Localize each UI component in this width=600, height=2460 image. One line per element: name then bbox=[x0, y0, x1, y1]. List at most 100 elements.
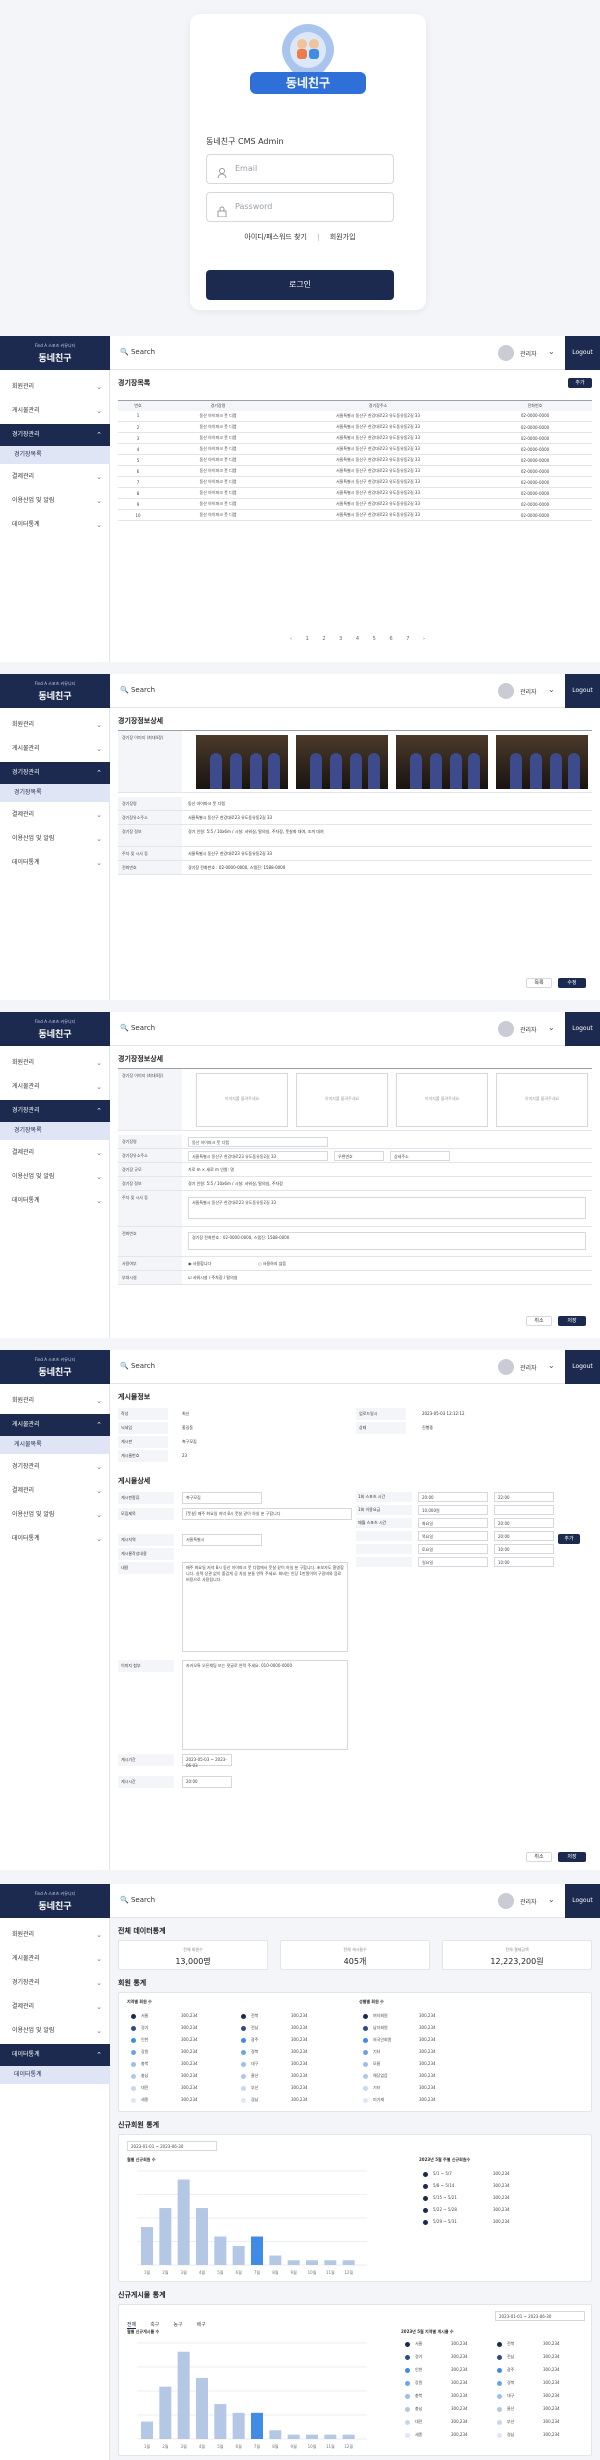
tab-volleyball[interactable]: 배구 bbox=[197, 2321, 206, 2328]
table-row[interactable]: 3 동산 아이파크 풋 디랩 서울특별시 동산구 한강대로23 유도동유동2길 33… bbox=[118, 432, 592, 444]
field-input[interactable]: [풋살] 매주 화요일 저녁 8시 풋살 같이 하실 분 구합니다 bbox=[182, 1508, 352, 1520]
parking-textarea[interactable]: 서울특별시 동산구 한강대로23 유도동유동2길 33 bbox=[188, 1197, 586, 1219]
schedule-input[interactable]: 10:00 bbox=[494, 1557, 554, 1567]
bar[interactable] bbox=[251, 2412, 263, 2439]
sidebar-item-payments[interactable]: 결제관리 ⌄ bbox=[0, 804, 110, 826]
table-row[interactable]: 6 동산 아이파크 풋 디랩 서울특별시 동산구 한강대로23 유도동유동2길 33… bbox=[118, 465, 592, 477]
sidebar-item-stats[interactable]: 데이터통계 ⌃ bbox=[0, 2044, 110, 2066]
bar[interactable] bbox=[342, 2260, 355, 2265]
phone-textarea[interactable]: 경기장 전화번호 : 02-0000-0000, 스탭진: 1588-0000 bbox=[188, 1232, 586, 1250]
address-input[interactable]: 서울특별시 동산구 한강대로23 유도동유동2길 33 bbox=[188, 1151, 328, 1161]
save-button[interactable]: 저장 bbox=[558, 1316, 586, 1326]
facility-checkbox[interactable]: ☑ 샤워시설 / 주차장 / 탈의실 bbox=[188, 1275, 237, 1281]
table-row[interactable]: 8 동산 아이파크 풋 디랩 서울특별시 동산구 한강대로23 유도동유동2길 33… bbox=[118, 487, 592, 499]
use-no-radio[interactable]: ○ 사용하지 않음 bbox=[258, 1261, 286, 1267]
logout-button[interactable]: Logout bbox=[565, 1350, 600, 1384]
chevron-down-icon[interactable]: ⌄ bbox=[548, 685, 555, 694]
schedule-input[interactable] bbox=[494, 1505, 554, 1515]
sidebar-sub-stadium-list[interactable]: 경기장목록 bbox=[0, 1122, 110, 1140]
schedule-input[interactable]: 20:00 bbox=[494, 1531, 554, 1541]
bar[interactable] bbox=[214, 2236, 227, 2265]
stadium-photo[interactable] bbox=[396, 735, 488, 789]
schedule-input[interactable]: 목요일 bbox=[418, 1531, 488, 1541]
add-schedule-button[interactable]: 추가 bbox=[558, 1534, 580, 1544]
sidebar-item-stadiums[interactable]: 경기장관리 ⌃ bbox=[0, 424, 110, 446]
sidebar-item-stats[interactable]: 데이터통계 ⌄ bbox=[0, 1528, 110, 1550]
table-row[interactable]: 9 동산 아이파크 풋 디랩 서울특별시 동산구 한강대로23 유도동유동2길 33… bbox=[118, 498, 592, 510]
sidebar-item-stats[interactable]: 데이터통계 ⌄ bbox=[0, 1190, 110, 1212]
password-field[interactable]: Password bbox=[206, 192, 394, 222]
logout-button[interactable]: Logout bbox=[565, 336, 600, 370]
bar[interactable] bbox=[141, 2227, 153, 2265]
edit-button[interactable]: 수정 bbox=[558, 978, 586, 988]
logout-button[interactable]: Logout bbox=[565, 674, 600, 708]
date-range-picker[interactable]: 2023-01-01 ~ 2023-06-30 bbox=[495, 2311, 585, 2321]
tab-all[interactable]: 전체 bbox=[127, 2321, 137, 2329]
bar[interactable] bbox=[177, 2351, 190, 2439]
sidebar-item-notices[interactable]: 이용산업 및 알림 ⌄ bbox=[0, 828, 110, 850]
field-input[interactable]: 2023-05-03 ~ 2023-06-03 bbox=[182, 1754, 232, 1768]
sidebar-item-stadiums[interactable]: 경기장관리 ⌃ bbox=[0, 762, 110, 784]
table-row[interactable]: 2 동산 아이파크 풋 디랩 서울특별시 동산구 한강대로23 유도동유동2길 33… bbox=[118, 421, 592, 433]
save-button[interactable]: 저장 bbox=[558, 1852, 586, 1862]
field-input[interactable]: 카카오톡 오픈채팅 또는 댓글로 연락 주세요. 010-0000-0000 bbox=[182, 1660, 348, 1750]
sidebar-item-stats[interactable]: 데이터통계 ⌄ bbox=[0, 852, 110, 874]
bar[interactable] bbox=[141, 2421, 153, 2439]
bar[interactable] bbox=[159, 2386, 172, 2439]
schedule-input[interactable]: 20:00 bbox=[418, 1492, 488, 1502]
info-input[interactable]: 경기 인원: 5:5 / 10x6m / 시설: 샤워실, 탈의실, 주차장 bbox=[188, 1181, 283, 1187]
search-input[interactable]: 🔍 Search bbox=[120, 1024, 155, 1032]
sidebar-item-payments[interactable]: 결제관리 ⌄ bbox=[0, 1142, 110, 1164]
logout-button[interactable]: Logout bbox=[565, 1884, 600, 1918]
search-input[interactable]: 🔍 Search bbox=[120, 348, 155, 356]
stadium-photo[interactable] bbox=[196, 735, 288, 789]
schedule-input[interactable]: 22:00 bbox=[494, 1492, 554, 1502]
bar[interactable] bbox=[306, 2260, 318, 2265]
login-button[interactable]: 로그인 bbox=[206, 270, 394, 300]
email-field[interactable]: Email bbox=[206, 154, 394, 184]
tab-basketball[interactable]: 농구 bbox=[173, 2321, 182, 2328]
sidebar-sub-post-list[interactable]: 게시물목록 bbox=[0, 1436, 110, 1454]
bar[interactable] bbox=[159, 2208, 172, 2265]
bar[interactable] bbox=[232, 2412, 245, 2439]
sidebar-sub-stadium-list[interactable]: 경기장목록 bbox=[0, 784, 110, 802]
sidebar-item-members[interactable]: 회원관리 ⌄ bbox=[0, 1052, 110, 1074]
chevron-down-icon[interactable]: ⌄ bbox=[548, 1023, 555, 1032]
sidebar-sub-stats[interactable]: 데이터통계 bbox=[0, 2066, 110, 2084]
schedule-input[interactable]: 일요일 bbox=[418, 1557, 488, 1567]
chevron-down-icon[interactable]: ⌄ bbox=[548, 1895, 555, 1904]
signup-link[interactable]: 회원가입 bbox=[330, 233, 356, 241]
bar[interactable] bbox=[306, 2434, 318, 2439]
sidebar-sub-stadium-list[interactable]: 경기장목록 bbox=[0, 446, 110, 464]
detail-address-input[interactable]: 상세주소 bbox=[390, 1151, 450, 1161]
sidebar-item-notices[interactable]: 이용산업 및 알림 ⌄ bbox=[0, 2020, 110, 2042]
photo-upload[interactable]: 이미지를 올려주세요 bbox=[396, 1073, 488, 1127]
sidebar-item-members[interactable]: 회원관리 ⌄ bbox=[0, 376, 110, 398]
bar[interactable] bbox=[287, 2434, 300, 2439]
bar[interactable] bbox=[251, 2236, 263, 2265]
sidebar-item-members[interactable]: 회원관리 ⌄ bbox=[0, 1924, 110, 1946]
logout-button[interactable]: Logout bbox=[565, 1012, 600, 1046]
table-row[interactable]: 1 동산 아이파크 풋 디랩 서울특별시 동산구 한강대로23 유도동유동2길 33… bbox=[118, 410, 592, 422]
chevron-down-icon[interactable]: ⌄ bbox=[548, 347, 555, 356]
date-range-picker[interactable]: 2023-01-01 ~ 2023-06-30 bbox=[127, 2141, 217, 2151]
find-account-link[interactable]: 아이디/패스워드 찾기 bbox=[244, 233, 307, 241]
bar[interactable] bbox=[196, 2208, 208, 2265]
schedule-input[interactable]: 화요일 bbox=[418, 1518, 488, 1528]
zip-input[interactable]: 우편번호 bbox=[334, 1151, 384, 1161]
chevron-down-icon[interactable]: ⌄ bbox=[548, 1361, 555, 1370]
sidebar-item-notices[interactable]: 이용산업 및 알림 ⌄ bbox=[0, 490, 110, 512]
list-button[interactable]: 목록 bbox=[526, 978, 552, 988]
search-input[interactable]: 🔍 Search bbox=[120, 1362, 155, 1370]
cancel-button[interactable]: 취소 bbox=[526, 1316, 552, 1326]
field-input[interactable]: 축구모집 bbox=[182, 1492, 262, 1504]
stadium-photo[interactable] bbox=[296, 735, 388, 789]
table-row[interactable]: 4 동산 아이파크 풋 디랩 서울특별시 동산구 한강대로23 유도동유동2길 33… bbox=[118, 443, 592, 455]
bar[interactable] bbox=[324, 2434, 337, 2439]
photo-upload[interactable]: 이미지를 올려주세요 bbox=[196, 1073, 288, 1127]
cancel-button[interactable]: 취소 bbox=[526, 1852, 552, 1862]
sidebar-item-posts[interactable]: 게시물관리 ⌄ bbox=[0, 1948, 110, 1970]
table-row[interactable]: 5 동산 아이파크 풋 디랩 서울특별시 동산구 한강대로23 유도동유동2길 33… bbox=[118, 454, 592, 466]
table-row[interactable]: 10 동산 아이파크 풋 디랩 서울특별시 동산구 한강대로23 유도동유동2길 3… bbox=[118, 509, 592, 521]
schedule-input[interactable]: 20:00 bbox=[494, 1518, 554, 1528]
